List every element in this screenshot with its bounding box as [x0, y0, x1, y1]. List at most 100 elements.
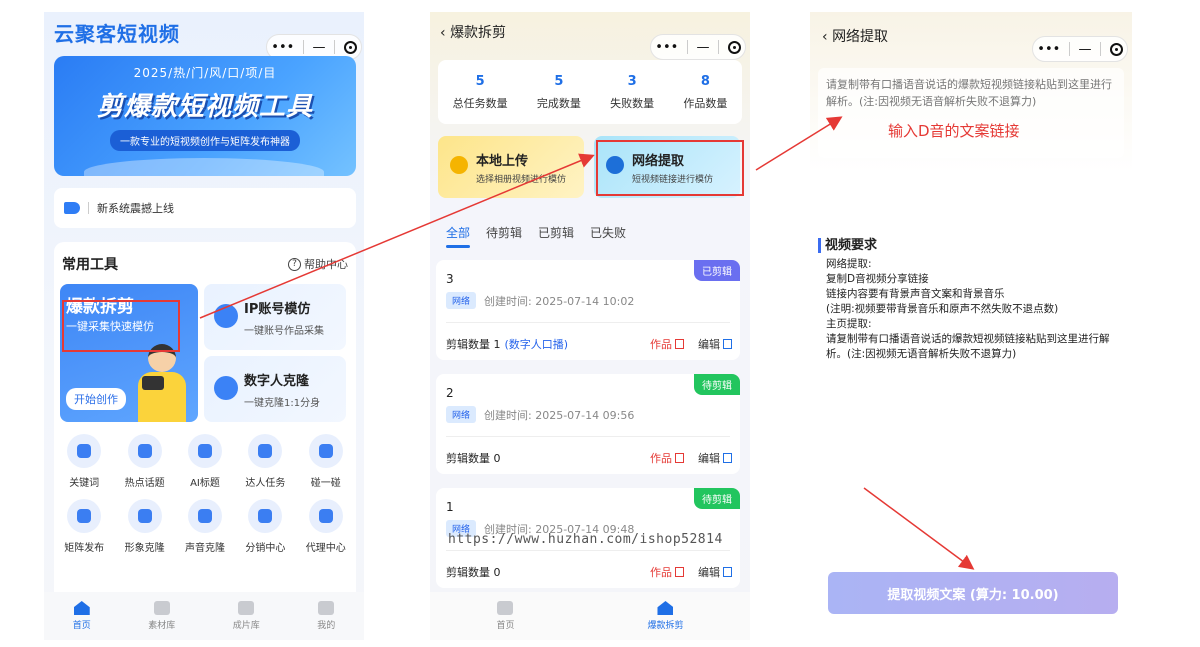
target-icon: [258, 509, 273, 523]
miniapp-capsule[interactable]: ••• —: [650, 34, 746, 60]
book-illustration: [84, 158, 324, 176]
minimize-icon[interactable]: —: [313, 40, 326, 55]
promo-banner[interactable]: 2025/热/门/风/口/项/目 剪爆款短视频工具 一款专业的短视频创作与矩阵发…: [54, 56, 356, 176]
tool-matrix-publish[interactable]: 矩阵发布: [54, 499, 114, 554]
banner-subtitle: 一款专业的短视频创作与矩阵发布神器: [110, 130, 300, 151]
nav-back[interactable]: ‹ 网络提取: [822, 26, 888, 46]
filter-tabs: 全部 待剪辑 已剪辑 已失败: [446, 224, 626, 248]
minimize-icon[interactable]: —: [697, 40, 710, 55]
edit-button[interactable]: 编辑: [698, 336, 732, 352]
feature-ip-imitate[interactable]: IP账号模仿 一键账号作品采集: [204, 284, 346, 350]
bottom-tab-bar: 首页 爆款拆剪: [430, 592, 750, 640]
tab-remix[interactable]: 爆款拆剪: [647, 601, 684, 631]
works-button[interactable]: 作品: [650, 450, 684, 466]
task-card[interactable]: 2 待剪辑 网络 创建时间: 2025-07-14 09:56 剪辑数量 0 作…: [436, 374, 740, 474]
tab-home[interactable]: 首页: [496, 601, 515, 631]
close-target-icon[interactable]: [343, 40, 357, 54]
tool-ai-title[interactable]: AI标题: [175, 434, 235, 489]
home-screen: 云聚客短视频 ••• — 2025/热/门/风/口/项/目 剪爆款短视频工具 一…: [44, 12, 364, 640]
user-icon: [318, 601, 335, 615]
tab-failed[interactable]: 已失败: [590, 224, 626, 241]
remix-screen: ‹ 爆款拆剪 ••• — 5 总任务数量 5 完成数量 3 失败数量 8 作品数量 本地…: [430, 12, 750, 640]
requirements: 视频要求 网络提取: 复制D音视频分享链接 链接内容要有背景声音文案和背景音乐 …: [818, 238, 1124, 362]
tools-panel: 常用工具 ? 帮助中心 爆款拆剪 一键采集快速模仿 开始创作 IP账号模仿 一键…: [54, 242, 356, 592]
stats-panel: 5 总任务数量 5 完成数量 3 失败数量 8 作品数量: [438, 60, 742, 124]
star-icon: [258, 444, 273, 458]
nfc-icon: [318, 444, 333, 458]
doc-icon: [675, 567, 684, 577]
chat-bubble-icon: [214, 376, 238, 400]
works-button[interactable]: 作品: [650, 336, 684, 352]
stat-works: 8 作品数量: [683, 73, 728, 110]
tool-avatar-clone[interactable]: 形象克隆: [114, 499, 174, 554]
feature-digital-human[interactable]: 数字人克隆 一键克隆1:1分身: [204, 356, 346, 422]
miniapp-capsule[interactable]: ••• —: [1032, 36, 1128, 62]
cameraman-illustration: [134, 342, 190, 422]
extract-submit-button[interactable]: 提取视频文案 (算力: 10.00): [828, 572, 1118, 614]
works-button[interactable]: 作品: [650, 564, 684, 580]
more-icon[interactable]: •••: [271, 40, 294, 55]
edit-icon: [723, 567, 732, 577]
edit-icon: [723, 339, 732, 349]
nav-title: 爆款拆剪: [450, 25, 507, 41]
feature-title: IP账号模仿: [244, 302, 311, 317]
tool-agent-center[interactable]: 代理中心: [296, 499, 356, 554]
close-target-icon[interactable]: [727, 40, 741, 54]
clapper-icon: [238, 601, 255, 615]
local-upload-card[interactable]: 本地上传 选择相册视频进行模仿: [438, 136, 584, 198]
tools-title: 常用工具: [62, 257, 118, 273]
status-badge: 已剪辑: [694, 260, 740, 281]
status-badge: 待剪辑: [694, 488, 740, 509]
start-create-button[interactable]: 开始创作: [66, 388, 126, 410]
doc-icon: [675, 339, 684, 349]
tool-tap[interactable]: 碰一碰: [296, 434, 356, 489]
folder-icon: [153, 601, 170, 615]
notice-bar[interactable]: 新系统震撼上线: [54, 188, 356, 228]
feature-subtitle: 一键账号作品采集: [244, 326, 324, 337]
feature-subtitle: 一键克隆1:1分身: [244, 398, 321, 409]
annotation-text: 输入D音的文案链接: [888, 122, 1020, 140]
help-label: 帮助中心: [304, 258, 348, 271]
tab-all[interactable]: 全部: [446, 224, 471, 248]
highlight-box: [62, 300, 180, 352]
feature-title: 数字人克隆: [244, 374, 310, 389]
tool-hot-topic[interactable]: 热点话题: [114, 434, 174, 489]
pen-icon: [137, 444, 152, 458]
home-icon: [657, 601, 674, 615]
sound-icon: [197, 509, 212, 523]
help-center-link[interactable]: ? 帮助中心: [288, 256, 348, 272]
tab-finished[interactable]: 成片库: [233, 601, 260, 631]
edit-count: 剪辑数量 0: [446, 566, 501, 579]
users-icon: [318, 509, 333, 523]
close-target-icon[interactable]: [1109, 42, 1123, 56]
tab-mine[interactable]: 我的: [317, 601, 335, 631]
home-icon: [73, 601, 90, 615]
nav-title: 网络提取: [832, 29, 889, 45]
help-icon: ?: [288, 257, 301, 271]
link-input[interactable]: 请复制带有口播语音说话的爆款短视频链接粘贴到这里进行解析。(注:因视频无语音解析…: [818, 68, 1124, 158]
created-time: 创建时间: 2025-07-14 09:56: [484, 409, 635, 422]
tool-influencer-task[interactable]: 达人任务: [235, 434, 295, 489]
edit-button[interactable]: 编辑: [698, 564, 732, 580]
minimize-icon[interactable]: —: [1079, 42, 1092, 57]
task-card[interactable]: 3 已剪辑 网络 创建时间: 2025-07-14 10:02 剪辑数量 1 (数…: [436, 260, 740, 360]
edit-button[interactable]: 编辑: [698, 450, 732, 466]
highlight-box: [596, 140, 744, 196]
more-icon[interactable]: •••: [1037, 42, 1060, 57]
source-tag: 网络: [446, 292, 477, 309]
tool-distribution[interactable]: 分销中心: [235, 499, 295, 554]
more-icon[interactable]: •••: [655, 40, 678, 55]
bottom-tab-bar: 首页 素材库 成片库 我的: [44, 592, 364, 640]
stat-failed: 3 失败数量: [610, 73, 655, 110]
tab-home[interactable]: 首页: [73, 601, 91, 631]
watermark-text: https://www.huzhan.com/ishop52814: [448, 532, 723, 547]
tool-voice-clone[interactable]: 声音克隆: [175, 499, 235, 554]
banner-year-line: 2025/热/门/风/口/项/目: [133, 66, 277, 80]
tool-keyword[interactable]: 关键词: [54, 434, 114, 489]
tab-materials[interactable]: 素材库: [148, 601, 175, 631]
nav-back[interactable]: ‹ 爆款拆剪: [440, 22, 506, 42]
tool-grid: 关键词 热点话题 AI标题 达人任务 碰一碰 矩阵发布 形象克隆 声音克隆 分销…: [54, 434, 356, 554]
tab-pending[interactable]: 待剪辑: [486, 224, 522, 241]
tab-edited[interactable]: 已剪辑: [538, 224, 574, 241]
video-icon: [197, 444, 212, 458]
